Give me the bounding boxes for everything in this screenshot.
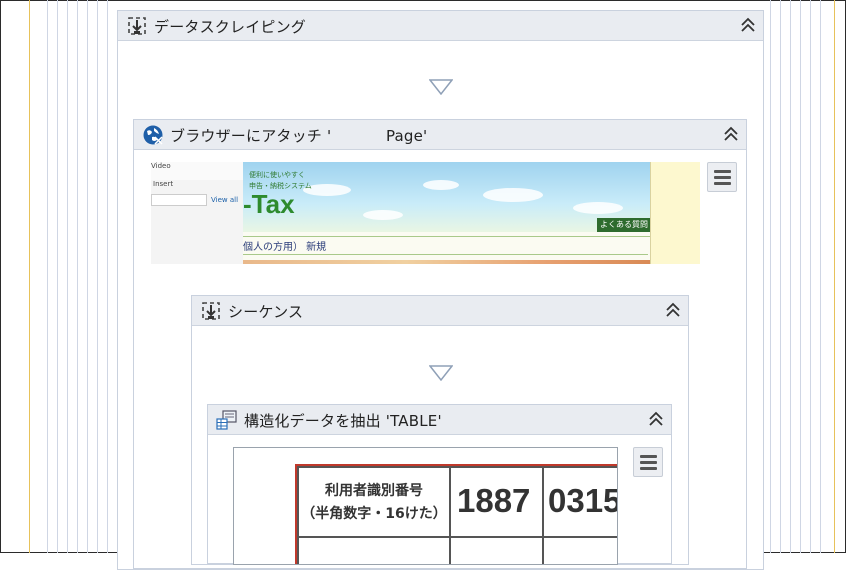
guide-line	[29, 0, 30, 553]
guide-line	[87, 0, 88, 553]
sequence-icon	[202, 302, 220, 320]
table-label-cell: 利用者識別番号 （半角数字・16けた）	[297, 466, 451, 538]
data-scraping-icon	[128, 17, 146, 35]
sequence-title: シーケンス	[228, 303, 304, 321]
collapse-icon[interactable]	[664, 301, 682, 319]
guide-line	[770, 0, 771, 553]
menu-icon[interactable]	[707, 162, 737, 192]
flow-arrow-icon	[429, 79, 453, 95]
table-label-line2: （半角数字・16けた）	[301, 506, 447, 522]
guide-line	[780, 0, 781, 553]
thumbnail-menu-video: Video	[151, 162, 171, 170]
guide-line	[820, 0, 821, 553]
thumbnail-left-pane: Video Insert View all	[151, 162, 244, 264]
guide-line	[834, 0, 835, 553]
thumbnail-side-panel	[650, 162, 700, 264]
table-value-cell: 1887	[449, 466, 544, 538]
guide-line	[107, 0, 108, 553]
table-value-1: 1887	[457, 482, 531, 519]
thumbnail-banner: 便利に使いやすく 申告・納税システム -Tax よくある質問	[243, 162, 650, 232]
thumbnail-logo: -Tax	[243, 189, 295, 219]
table-cell	[542, 536, 617, 564]
collapse-icon[interactable]	[739, 16, 757, 34]
table-value-cell: 0315	[542, 466, 618, 538]
guide-line	[57, 0, 58, 553]
guide-line	[97, 0, 98, 553]
data-scraping-title: データスクレイピング	[154, 18, 307, 36]
extract-title: 構造化データを抽出 'TABLE'	[244, 412, 442, 430]
attach-browser-header[interactable]: ブラウザーにアタッチ ' Page'	[134, 120, 746, 150]
table-extract-icon	[216, 410, 237, 430]
data-scraping-header[interactable]: データスクレイピング	[118, 11, 763, 41]
table-screenshot-preview: 利用者識別番号 （半角数字・16けた） 1887 0315	[233, 447, 618, 565]
thumbnail-view-all: View all	[211, 196, 239, 204]
globe-icon	[143, 125, 163, 145]
extract-structured-data-activity[interactable]: 構造化データを抽出 'TABLE' 利用者識別番号 （半角数字・16けた） 18…	[207, 404, 672, 565]
guide-line	[77, 0, 78, 553]
guide-line	[810, 0, 811, 553]
collapse-icon[interactable]	[647, 410, 665, 428]
table-cell	[297, 536, 451, 564]
thumbnail-tagline-1: 便利に使いやすく	[249, 171, 305, 179]
guide-line	[790, 0, 791, 553]
thumbnail-nav-area: 個人の方用） 新規	[243, 232, 650, 264]
menu-icon[interactable]	[633, 447, 663, 477]
collapse-icon[interactable]	[722, 125, 740, 143]
browser-screenshot-thumbnail: Video Insert View all 便利に使いやすく 申告・納税システム…	[151, 162, 700, 264]
thumbnail-faq-button: よくある質問	[600, 220, 648, 229]
attach-browser-title: ブラウザーにアタッチ ' Page'	[170, 127, 428, 145]
table-label-line1: 利用者識別番号	[325, 483, 423, 499]
sequence-header[interactable]: シーケンス	[192, 296, 688, 326]
thumbnail-nav-text: 個人の方用） 新規	[243, 242, 327, 253]
table-cell	[449, 536, 544, 564]
guide-line	[800, 0, 801, 553]
flow-arrow-icon	[429, 365, 453, 381]
thumbnail-menu-insert: Insert	[153, 180, 174, 188]
guide-line	[67, 0, 68, 553]
table-value-2: 0315	[548, 482, 618, 519]
extract-header[interactable]: 構造化データを抽出 'TABLE'	[208, 405, 671, 435]
guide-line	[47, 0, 48, 553]
